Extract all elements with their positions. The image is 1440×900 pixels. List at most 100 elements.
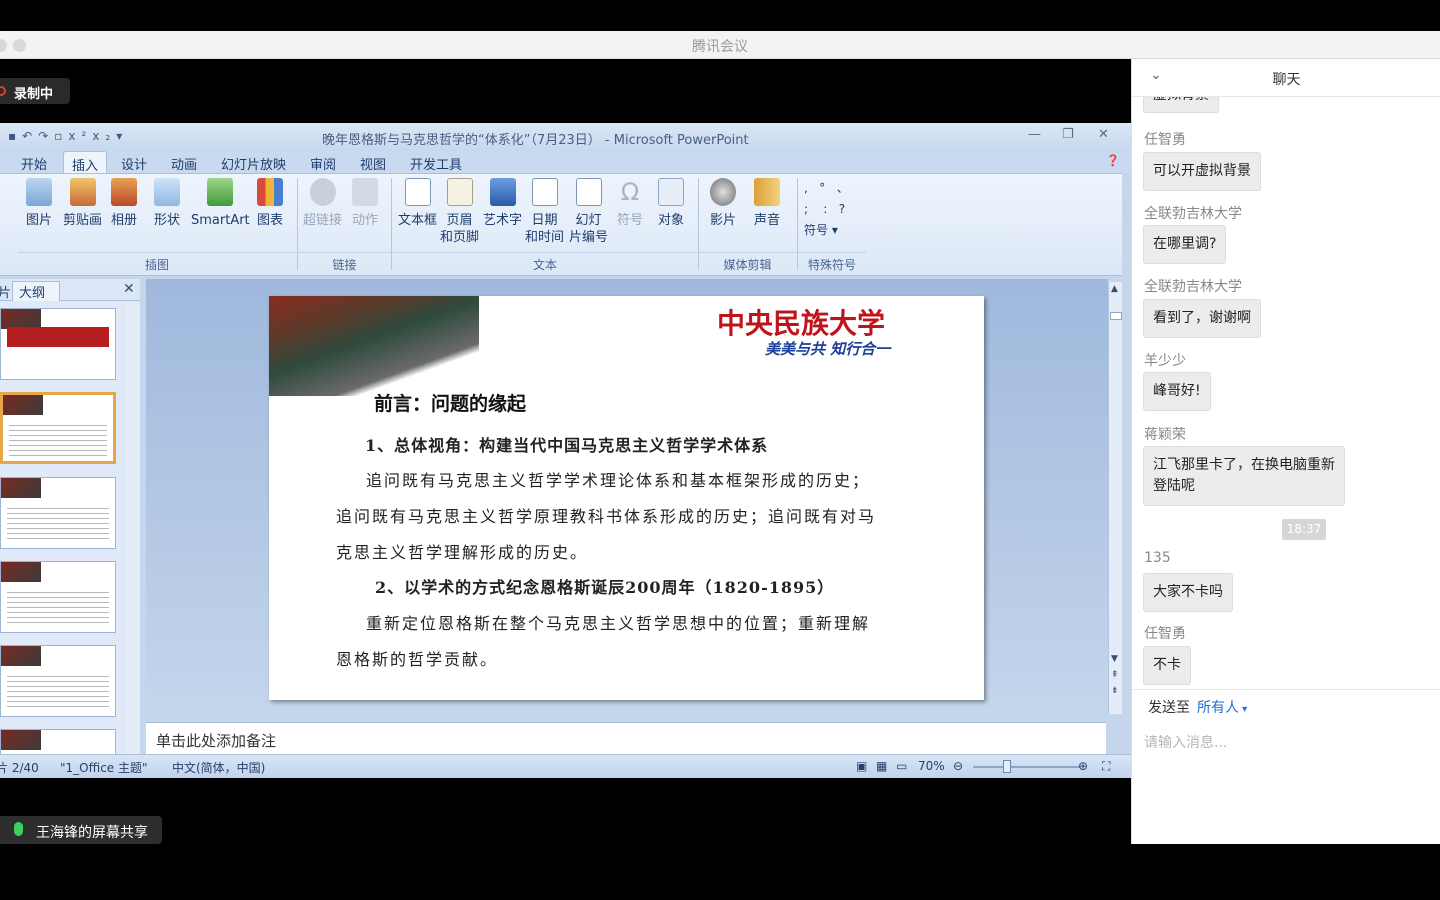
- clipart-icon: [69, 178, 96, 206]
- bottom-black-bar: [0, 844, 1440, 900]
- sound-button[interactable]: 声音: [754, 178, 780, 229]
- movie-button[interactable]: 影片: [710, 178, 736, 229]
- album-icon: [111, 178, 137, 206]
- slide-thumbnail[interactable]: [0, 729, 116, 756]
- tab-view[interactable]: 视图: [360, 154, 386, 173]
- punctuation-icons: , ° 、; : ?: [804, 181, 849, 216]
- scroll-down-icon[interactable]: ▼: [1111, 654, 1118, 664]
- textbox-button[interactable]: 文本框: [398, 178, 437, 229]
- tab-animation[interactable]: 动画: [171, 154, 197, 173]
- ppt-minimize-icon[interactable]: —: [1028, 127, 1041, 142]
- slide-thumbnail[interactable]: [0, 561, 116, 633]
- send-to-selector[interactable]: 所有人 ▾: [1197, 697, 1247, 717]
- action-button[interactable]: 动作: [352, 178, 378, 229]
- smartart-button[interactable]: SmartArt: [191, 178, 250, 229]
- special-symbol-label: 符号: [804, 223, 829, 237]
- clipart-button[interactable]: 剪贴画: [63, 178, 102, 229]
- print-preview-icon[interactable]: ▫: [54, 129, 68, 143]
- slide-thumbnail[interactable]: [0, 308, 116, 380]
- slide-thumbnail[interactable]: [0, 645, 116, 717]
- save-icon[interactable]: ▪: [8, 129, 22, 143]
- app-title: 腾讯会议: [692, 39, 748, 55]
- help-icon[interactable]: ❓: [1106, 154, 1120, 167]
- chat-message-input[interactable]: [1144, 732, 1424, 754]
- pane-close-icon[interactable]: ✕: [123, 281, 135, 297]
- wordart-button[interactable]: 艺术字: [483, 178, 522, 229]
- chat-message: 峰哥好!: [1143, 372, 1211, 411]
- quick-access-toolbar[interactable]: ▪↶↷▫x²x₂▾: [8, 129, 128, 143]
- ppt-close-icon[interactable]: ✕: [1098, 127, 1109, 142]
- fit-window-icon[interactable]: ⛶: [1102, 759, 1110, 774]
- action-label: 动作: [352, 213, 379, 228]
- zoom-out-icon[interactable]: ⊖: [953, 759, 963, 773]
- shapes-button[interactable]: 形状: [154, 178, 180, 229]
- tab-slides[interactable]: 片: [0, 282, 11, 301]
- editor-scrollbar[interactable]: ▲ ▼ ⇞ ⇟: [1108, 282, 1122, 714]
- screen-share-name: 王海锋的屏幕共享: [36, 825, 148, 841]
- slide-line-6: 重新定位恩格斯在整个马克思主义哲学思想中的位置；重新理解: [366, 614, 871, 633]
- chat-timestamp: 18:37: [1282, 519, 1326, 540]
- slide-line-2: 追问既有马克思主义哲学学术理论体系和基本框架形成的历史；: [366, 471, 871, 490]
- language-status[interactable]: 中文(简体，中国): [172, 759, 265, 776]
- tab-home[interactable]: 开始: [21, 154, 47, 173]
- insert-picture-button[interactable]: 图片: [26, 178, 52, 229]
- wordart-label: 艺术字: [483, 213, 523, 228]
- hyperlink-button[interactable]: 超链接: [303, 178, 342, 229]
- zoom-in-icon[interactable]: ⊕: [1078, 759, 1088, 773]
- top-black-bar: [0, 0, 1440, 31]
- special-symbol-grid[interactable]: , ° 、; : ? 符号 ▾: [804, 178, 849, 241]
- thumb-image: [1, 478, 41, 498]
- slide-line-7: 恩格斯的哲学贡献。: [336, 650, 499, 669]
- thumbnail-scrollbar[interactable]: [126, 303, 139, 756]
- normal-view-icon[interactable]: ▣: [856, 759, 867, 773]
- hyperlink-icon: [309, 178, 336, 206]
- album-button[interactable]: 相册: [111, 178, 137, 229]
- slide-number-button[interactable]: 幻灯 片编号: [569, 178, 608, 246]
- slide-pane-tabs: 片 大纲 ✕: [0, 279, 140, 302]
- redo-icon[interactable]: ↷: [38, 129, 54, 143]
- notes-pane[interactable]: 单击此处添加备注: [146, 722, 1106, 754]
- datetime-label: 日期 和时间: [525, 213, 565, 245]
- customize-qat-icon[interactable]: ▾: [116, 129, 128, 143]
- ppt-restore-icon[interactable]: ❐: [1062, 127, 1074, 142]
- slide-line-1: 1、总体视角：构建当代中国马克思主义哲学学术体系: [365, 436, 769, 455]
- tab-outline[interactable]: 大纲: [12, 281, 61, 302]
- zoom-slider-thumb[interactable]: [1003, 760, 1011, 773]
- header-footer-button[interactable]: 页眉 和页脚: [440, 178, 479, 246]
- zoom-slider[interactable]: [973, 766, 1081, 768]
- chat-message: 看到了，谢谢啊: [1143, 299, 1261, 338]
- omega-icon: Ω: [620, 178, 640, 206]
- tab-developer[interactable]: 开发工具: [410, 154, 462, 173]
- slide-sorter-icon[interactable]: ▦: [876, 759, 887, 773]
- action-icon: [352, 178, 378, 206]
- tab-review[interactable]: 审阅: [310, 154, 336, 173]
- datetime-button[interactable]: 日期 和时间: [525, 178, 564, 246]
- slide-canvas[interactable]: 中央民族大学 美美与共 知行合一 前言：问题的缘起 1、总体视角：构建当代中国马…: [269, 296, 984, 700]
- previous-slide-icon[interactable]: ⇞: [1111, 670, 1119, 680]
- tab-slideshow[interactable]: 幻灯片放映: [221, 154, 286, 173]
- thumb-content: [7, 588, 109, 626]
- object-button[interactable]: 对象: [658, 178, 684, 229]
- scroll-up-icon[interactable]: ▲: [1111, 284, 1118, 294]
- microphone-icon: [14, 822, 23, 836]
- undo-icon[interactable]: ↶: [22, 129, 38, 143]
- zoom-level[interactable]: 70%: [918, 759, 945, 773]
- symbol-button[interactable]: Ω 符号: [617, 178, 643, 229]
- chat-sender: 蒋颖荣: [1144, 427, 1186, 443]
- wordart-icon: [489, 178, 516, 206]
- slide-thumbnail[interactable]: [0, 477, 116, 549]
- slideshow-view-icon[interactable]: ▭: [896, 759, 907, 773]
- chart-icon: [257, 178, 283, 206]
- next-slide-icon[interactable]: ⇟: [1111, 686, 1119, 696]
- recording-badge[interactable]: 录制中: [0, 78, 70, 104]
- slide-thumbnail-selected[interactable]: [0, 392, 116, 464]
- subscript-icon[interactable]: x₂: [92, 129, 116, 143]
- tab-insert[interactable]: 插入: [63, 151, 108, 174]
- palace-roof-image: [269, 296, 479, 396]
- chat-sender: 全联勃吉林大学: [1144, 279, 1242, 295]
- superscript-icon[interactable]: x²: [68, 129, 92, 143]
- chat-message: 不卡: [1143, 646, 1191, 685]
- chart-button[interactable]: 图表: [257, 178, 283, 229]
- scroll-thumb[interactable]: [1110, 312, 1122, 320]
- tab-design[interactable]: 设计: [121, 154, 147, 173]
